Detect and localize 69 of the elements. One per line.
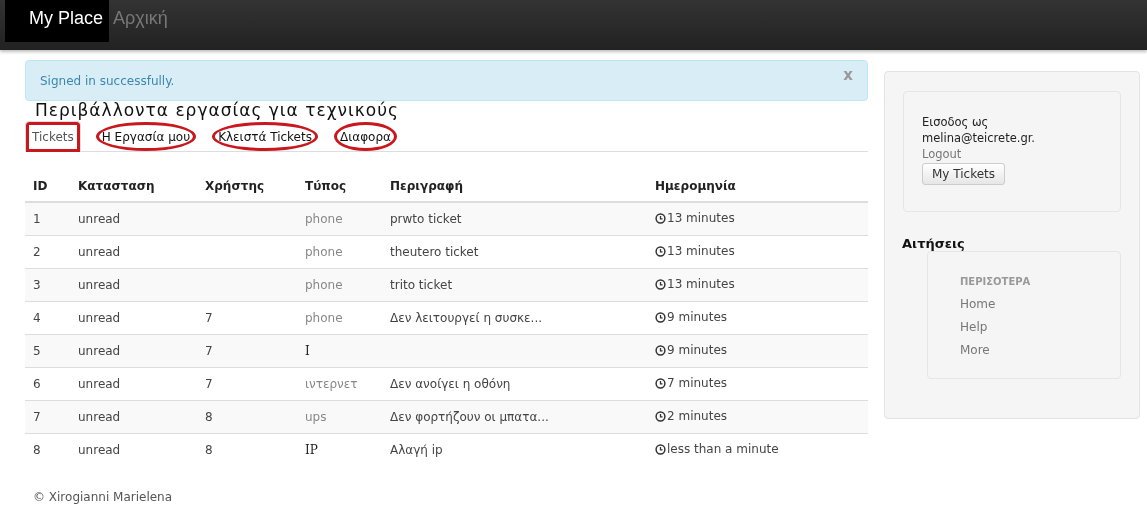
table-cell: prwto ticket [390, 212, 462, 226]
table-cell: unread [78, 311, 121, 325]
table-cell: 13 minutes [667, 211, 735, 226]
menu-header: ΠΕΡΙΣΟΤΕΡΑ [960, 276, 1032, 287]
table-cell: phone [305, 245, 343, 259]
table-cell: Δεν λειτουργεί η συσκε... [390, 311, 543, 325]
footer-text: © Xirogianni Marielena [33, 490, 174, 504]
alert-message: Signed in successfully. [40, 73, 175, 88]
menu-link[interactable]: More [960, 339, 1120, 362]
table-cell: IP [305, 443, 318, 457]
table-cell: unread [78, 410, 121, 424]
logout-link[interactable]: Logout [922, 146, 1102, 162]
table-cell: 7 minutes [667, 376, 728, 391]
table-cell: 7 [205, 377, 213, 391]
my-tickets-button[interactable]: My Tickets [922, 163, 1006, 185]
table-cell: Αλαγή ip [390, 443, 443, 457]
tab[interactable]: Tickets [25, 121, 81, 152]
table-cell: unread [78, 377, 121, 391]
table-cell: 6 [33, 377, 41, 391]
tab[interactable]: Η Εργασία μου [94, 121, 198, 152]
table-cell: 3 [33, 278, 41, 292]
table-cell: 8 [33, 443, 41, 457]
menu-link[interactable]: Home [960, 293, 1120, 316]
table-cell: less than a minute [667, 442, 779, 457]
table-cell: ups [305, 410, 327, 424]
table-cell: unread [78, 245, 121, 259]
table-cell: 2 minutes [667, 409, 728, 424]
table-cell: 8 [205, 410, 213, 424]
table-cell: 7 [205, 344, 213, 358]
table-cell: 5 [33, 344, 41, 358]
table-cell: 7 [205, 311, 213, 325]
table-cell: 2 [33, 245, 41, 259]
table-cell: 9 minutes [667, 310, 728, 325]
clock-icon [655, 344, 666, 356]
table-cell: theutero ticket [390, 245, 479, 259]
table-cell: 1 [33, 212, 41, 226]
table-cell: phone [305, 278, 343, 292]
table-cell: unread [78, 443, 121, 457]
table-cell: 4 [33, 311, 41, 325]
table-cell: trito ticket [390, 278, 453, 292]
table-cell: 13 minutes [667, 244, 735, 259]
section-title: Αιτήσεις [902, 236, 966, 251]
email-text: melina@teicrete.gr. [922, 130, 1037, 146]
table-cell: 9 minutes [667, 343, 728, 358]
table-cell: unread [78, 344, 121, 358]
table-cell: I [305, 344, 310, 358]
tab[interactable]: Κλειστά Tickets [211, 121, 319, 152]
table-cell: unread [78, 212, 121, 226]
clock-icon [655, 410, 666, 422]
table-cell: Δεν φορτήζουν οι μπατα... [390, 410, 549, 424]
clock-icon [655, 245, 666, 257]
clock-icon [655, 212, 666, 224]
table-cell: 13 minutes [667, 277, 735, 292]
table-cell: 8 [205, 443, 213, 457]
menu-link[interactable]: Help [960, 316, 1120, 339]
tab[interactable]: Διαφορα [332, 121, 398, 152]
table-cell: 7 [33, 410, 41, 424]
table-cell: ιντερνετ [305, 377, 358, 391]
table-cell: phone [305, 311, 343, 325]
table-cell: unread [78, 278, 121, 292]
page-heading: Περιβάλλοντα εργασίας για τεχνικούς [35, 99, 400, 121]
table-cell: Δεν ανοίγει η οθόνη [390, 377, 511, 391]
signed-in-label: Εισοδος ως [922, 114, 990, 130]
table-cell: phone [305, 212, 343, 226]
brand-link[interactable]: My Place [5, 0, 110, 42]
clock-icon [655, 377, 666, 389]
clock-icon [655, 311, 666, 323]
clock-icon [655, 278, 666, 290]
clock-icon [655, 443, 666, 455]
